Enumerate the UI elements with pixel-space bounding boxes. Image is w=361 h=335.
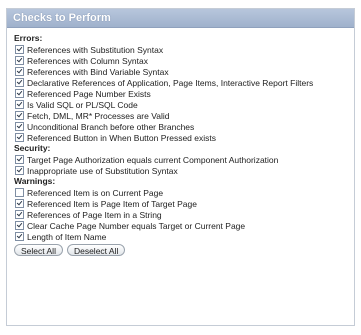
check-row[interactable]: Referenced Item is Page Item of Target P… — [14, 198, 354, 209]
checkbox[interactable] — [15, 100, 24, 109]
check-row[interactable]: References with Substitution Syntax — [14, 44, 354, 55]
check-label: References with Substitution Syntax — [27, 44, 164, 55]
check-label: Declarative References of Application, P… — [27, 77, 314, 88]
check-label: Is Valid SQL or PL/SQL Code — [27, 99, 138, 110]
check-row[interactable]: Referenced Button in When Button Pressed… — [14, 132, 354, 143]
section-title-warnings: Warnings: — [14, 176, 56, 186]
checks-panel: Checks to Perform Errors: References wit… — [6, 8, 355, 326]
check-row[interactable]: References of Page Item in a String — [14, 209, 354, 220]
panel-title: Checks to Perform — [7, 9, 354, 28]
check-row[interactable]: Inappropriate use of Substitution Syntax — [14, 165, 354, 176]
section-title-errors: Errors: — [14, 33, 43, 43]
checkbox[interactable] — [15, 166, 24, 175]
check-row[interactable]: Clear Cache Page Number equals Target or… — [14, 220, 354, 231]
deselect-all-button[interactable]: Deselect All — [66, 244, 126, 256]
checkbox[interactable] — [15, 56, 24, 65]
check-label: References of Page Item in a String — [27, 209, 162, 220]
checkbox[interactable] — [15, 133, 24, 142]
check-label: Inappropriate use of Substitution Syntax — [27, 165, 178, 176]
check-label: Referenced Page Number Exists — [27, 88, 151, 99]
checkbox[interactable] — [15, 45, 24, 54]
checkbox[interactable] — [15, 111, 24, 120]
check-row[interactable]: Referenced Item is on Current Page — [14, 187, 354, 198]
check-row[interactable]: Length of Item Name — [14, 231, 354, 242]
check-row[interactable]: Referenced Page Number Exists — [14, 88, 354, 99]
checkbox[interactable] — [15, 210, 24, 219]
checkbox[interactable] — [15, 221, 24, 230]
checkbox[interactable] — [15, 232, 24, 241]
button-bar: Select All Deselect All — [14, 244, 354, 256]
checkbox[interactable] — [15, 89, 24, 98]
checkbox[interactable] — [15, 199, 24, 208]
check-label: Referenced Item is Page Item of Target P… — [27, 198, 197, 209]
check-label: Referenced Item is on Current Page — [27, 187, 164, 198]
check-label: Referenced Button in When Button Pressed… — [27, 132, 216, 143]
checkbox[interactable] — [15, 188, 24, 197]
section-title-security: Security: — [14, 143, 51, 153]
check-label: Fetch, DML, MR* Processes are Valid — [27, 110, 170, 121]
check-label: References with Bind Variable Syntax — [27, 66, 169, 77]
checkbox[interactable] — [15, 155, 24, 164]
panel-body: Errors: References with Substitution Syn… — [7, 28, 354, 256]
check-label: References with Column Syntax — [27, 55, 148, 66]
check-row[interactable]: Fetch, DML, MR* Processes are Valid — [14, 110, 354, 121]
check-label: Clear Cache Page Number equals Target or… — [27, 220, 246, 231]
check-row[interactable]: Unconditional Branch before other Branch… — [14, 121, 354, 132]
check-row[interactable]: References with Bind Variable Syntax — [14, 66, 354, 77]
check-label: Length of Item Name — [27, 231, 107, 242]
checkbox[interactable] — [15, 78, 24, 87]
check-label: Unconditional Branch before other Branch… — [27, 121, 195, 132]
check-row[interactable]: Target Page Authorization equals current… — [14, 154, 354, 165]
check-label: Target Page Authorization equals current… — [27, 154, 279, 165]
check-row[interactable]: Declarative References of Application, P… — [14, 77, 354, 88]
checkbox[interactable] — [15, 122, 24, 131]
check-row[interactable]: Is Valid SQL or PL/SQL Code — [14, 99, 354, 110]
select-all-button[interactable]: Select All — [14, 244, 63, 256]
check-row[interactable]: References with Column Syntax — [14, 55, 354, 66]
checkbox[interactable] — [15, 67, 24, 76]
